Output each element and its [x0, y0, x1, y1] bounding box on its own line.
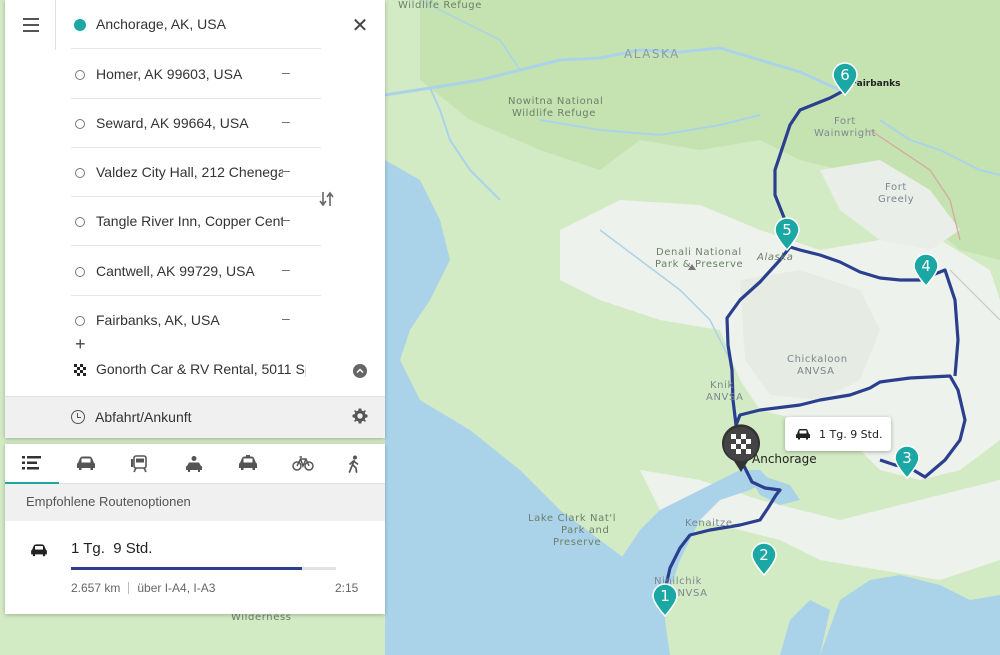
divider	[55, 0, 56, 50]
list-icon	[22, 456, 41, 470]
route-pin[interactable]: 1	[651, 583, 679, 617]
map-label: Chickaloon	[787, 354, 848, 365]
car-icon	[31, 544, 47, 557]
map-label: Greely	[878, 194, 915, 205]
route-stop-via[interactable]: Valdez City Hall, 212 Chenega –	[71, 148, 321, 197]
stop-input[interactable]: Seward, AK 99664, USA	[96, 115, 306, 133]
tab-walking[interactable]	[329, 444, 383, 484]
tab-public-transit[interactable]	[113, 444, 167, 484]
map-label: Park and	[561, 525, 610, 536]
route-distance: 2.657 km	[71, 581, 121, 595]
route-stop-via[interactable]: Cantwell, AK 99729, USA –	[71, 247, 321, 296]
map-label: Wildlife Refuge	[398, 0, 482, 11]
route-pin[interactable]: 4	[912, 253, 940, 287]
map-label: ALASKA	[624, 47, 680, 61]
start-marker-icon	[74, 19, 86, 31]
car-icon	[77, 456, 95, 470]
stop-input[interactable]: Fairbanks, AK, USA	[96, 312, 306, 330]
remove-stop-button[interactable]: –	[282, 211, 290, 227]
stop-input[interactable]: Cantwell, AK 99729, USA	[96, 263, 306, 281]
via-marker-icon	[75, 267, 85, 277]
route-pin[interactable]: 6	[831, 62, 859, 96]
route-stop-via[interactable]: Fairbanks, AK, USA –	[71, 296, 321, 345]
divider	[128, 582, 130, 594]
remove-stop-button[interactable]: –	[282, 113, 290, 129]
route-duration-tooltip[interactable]: 1 Tg. 9 Std.	[785, 417, 891, 451]
route-options-title: Empfohlene Routenoptionen	[5, 484, 385, 521]
swap-stops-icon[interactable]	[318, 190, 336, 210]
map-label: Fort	[834, 116, 856, 127]
map-label: Fort	[885, 182, 907, 193]
transport-mode-tabs	[5, 444, 385, 484]
map-label: Preserve	[553, 537, 602, 548]
route-time: 2:15	[335, 581, 359, 595]
via-marker-icon	[75, 316, 85, 326]
tab-overview[interactable]	[5, 444, 59, 484]
route-panel: ✕ Anchorage, AK, USA Homer, AK 99603, US…	[5, 0, 385, 438]
remove-stop-button[interactable]: –	[282, 261, 290, 277]
map-label: ANVSA	[797, 366, 835, 377]
map-label: Wildlife Refuge	[512, 108, 596, 119]
divider	[71, 48, 321, 49]
walking-icon	[348, 455, 359, 473]
route-pin[interactable]: 5	[773, 217, 801, 251]
public-transit-icon	[131, 455, 147, 473]
map-label: Nowitna National	[508, 96, 604, 107]
map-label: Knik	[710, 380, 734, 391]
bicycle-icon	[292, 456, 314, 471]
departure-arrival-label: Abfahrt/Ankunft	[95, 409, 192, 425]
map-label: Denali National	[656, 247, 742, 258]
tab-taxi[interactable]	[221, 444, 275, 484]
menu-icon[interactable]	[19, 14, 43, 38]
remove-stop-button[interactable]: –	[282, 162, 290, 178]
map-label: Alaska	[757, 252, 794, 263]
tab-rideshare[interactable]	[167, 444, 221, 484]
destination-flag-pin[interactable]	[720, 423, 762, 473]
tab-bicycle[interactable]	[275, 444, 329, 484]
checkered-flag-icon	[74, 364, 86, 376]
map-label: Kenaitze	[685, 518, 733, 529]
route-duration-bar	[71, 567, 336, 570]
route-duration: 1 Tg. 9 Std.	[71, 540, 153, 557]
route-stop-destination[interactable]: Gonorth Car & RV Rental, 5011 Sp	[71, 345, 321, 394]
taxi-icon	[239, 455, 257, 470]
close-icon[interactable]: ✕	[349, 14, 371, 36]
route-pin[interactable]: 3	[893, 445, 921, 479]
map-label: Park & Preserve	[655, 259, 744, 270]
collapse-icon[interactable]	[353, 364, 367, 378]
stop-input[interactable]: Valdez City Hall, 212 Chenega	[96, 164, 283, 182]
departure-arrival-row[interactable]: Abfahrt/Ankunft	[5, 396, 385, 438]
route-stop-start[interactable]: Anchorage, AK, USA	[71, 0, 321, 49]
remove-stop-button[interactable]: –	[282, 64, 290, 80]
via-marker-icon	[75, 217, 85, 227]
clock-icon	[71, 410, 85, 424]
via-marker-icon	[75, 119, 85, 129]
map-label: Lake Clark Nat'l	[528, 513, 617, 524]
stop-input[interactable]: Homer, AK 99603, USA	[96, 66, 306, 84]
map-label: ANVSA	[706, 392, 744, 403]
route-options-panel: Empfohlene Routenoptionen 1 Tg. 9 Std. 2…	[5, 444, 385, 614]
route-stop-via[interactable]: Tangle River Inn, Copper Center –	[71, 197, 321, 246]
route-via: über I-A4, I-A3	[137, 581, 216, 595]
via-marker-icon	[75, 168, 85, 178]
route-duration-bar-fill	[71, 567, 302, 570]
stop-input[interactable]: Tangle River Inn, Copper Center	[96, 213, 283, 231]
route-stop-via[interactable]: Homer, AK 99603, USA –	[71, 50, 321, 99]
stop-input[interactable]: Anchorage, AK, USA	[96, 16, 306, 34]
map-label: Wainwright	[814, 128, 877, 139]
route-meta: 2.657 km über I-A4, I-A3	[71, 581, 215, 595]
stop-input[interactable]: Gonorth Car & RV Rental, 5011 Sp	[96, 361, 306, 379]
rideshare-icon	[186, 456, 202, 472]
route-stop-via[interactable]: Seward, AK 99664, USA –	[71, 99, 321, 148]
remove-stop-button[interactable]: –	[282, 310, 290, 326]
car-icon	[796, 429, 810, 440]
route-pin[interactable]: 2	[750, 542, 778, 576]
gear-icon[interactable]	[351, 407, 369, 425]
route-duration-text: 1 Tg. 9 Std.	[819, 427, 883, 441]
via-marker-icon	[75, 70, 85, 80]
divider	[71, 245, 321, 246]
route-result-item[interactable]: 1 Tg. 9 Std. 2.657 km über I-A4, I-A3 2:1…	[5, 521, 385, 614]
tab-car[interactable]	[59, 444, 113, 484]
